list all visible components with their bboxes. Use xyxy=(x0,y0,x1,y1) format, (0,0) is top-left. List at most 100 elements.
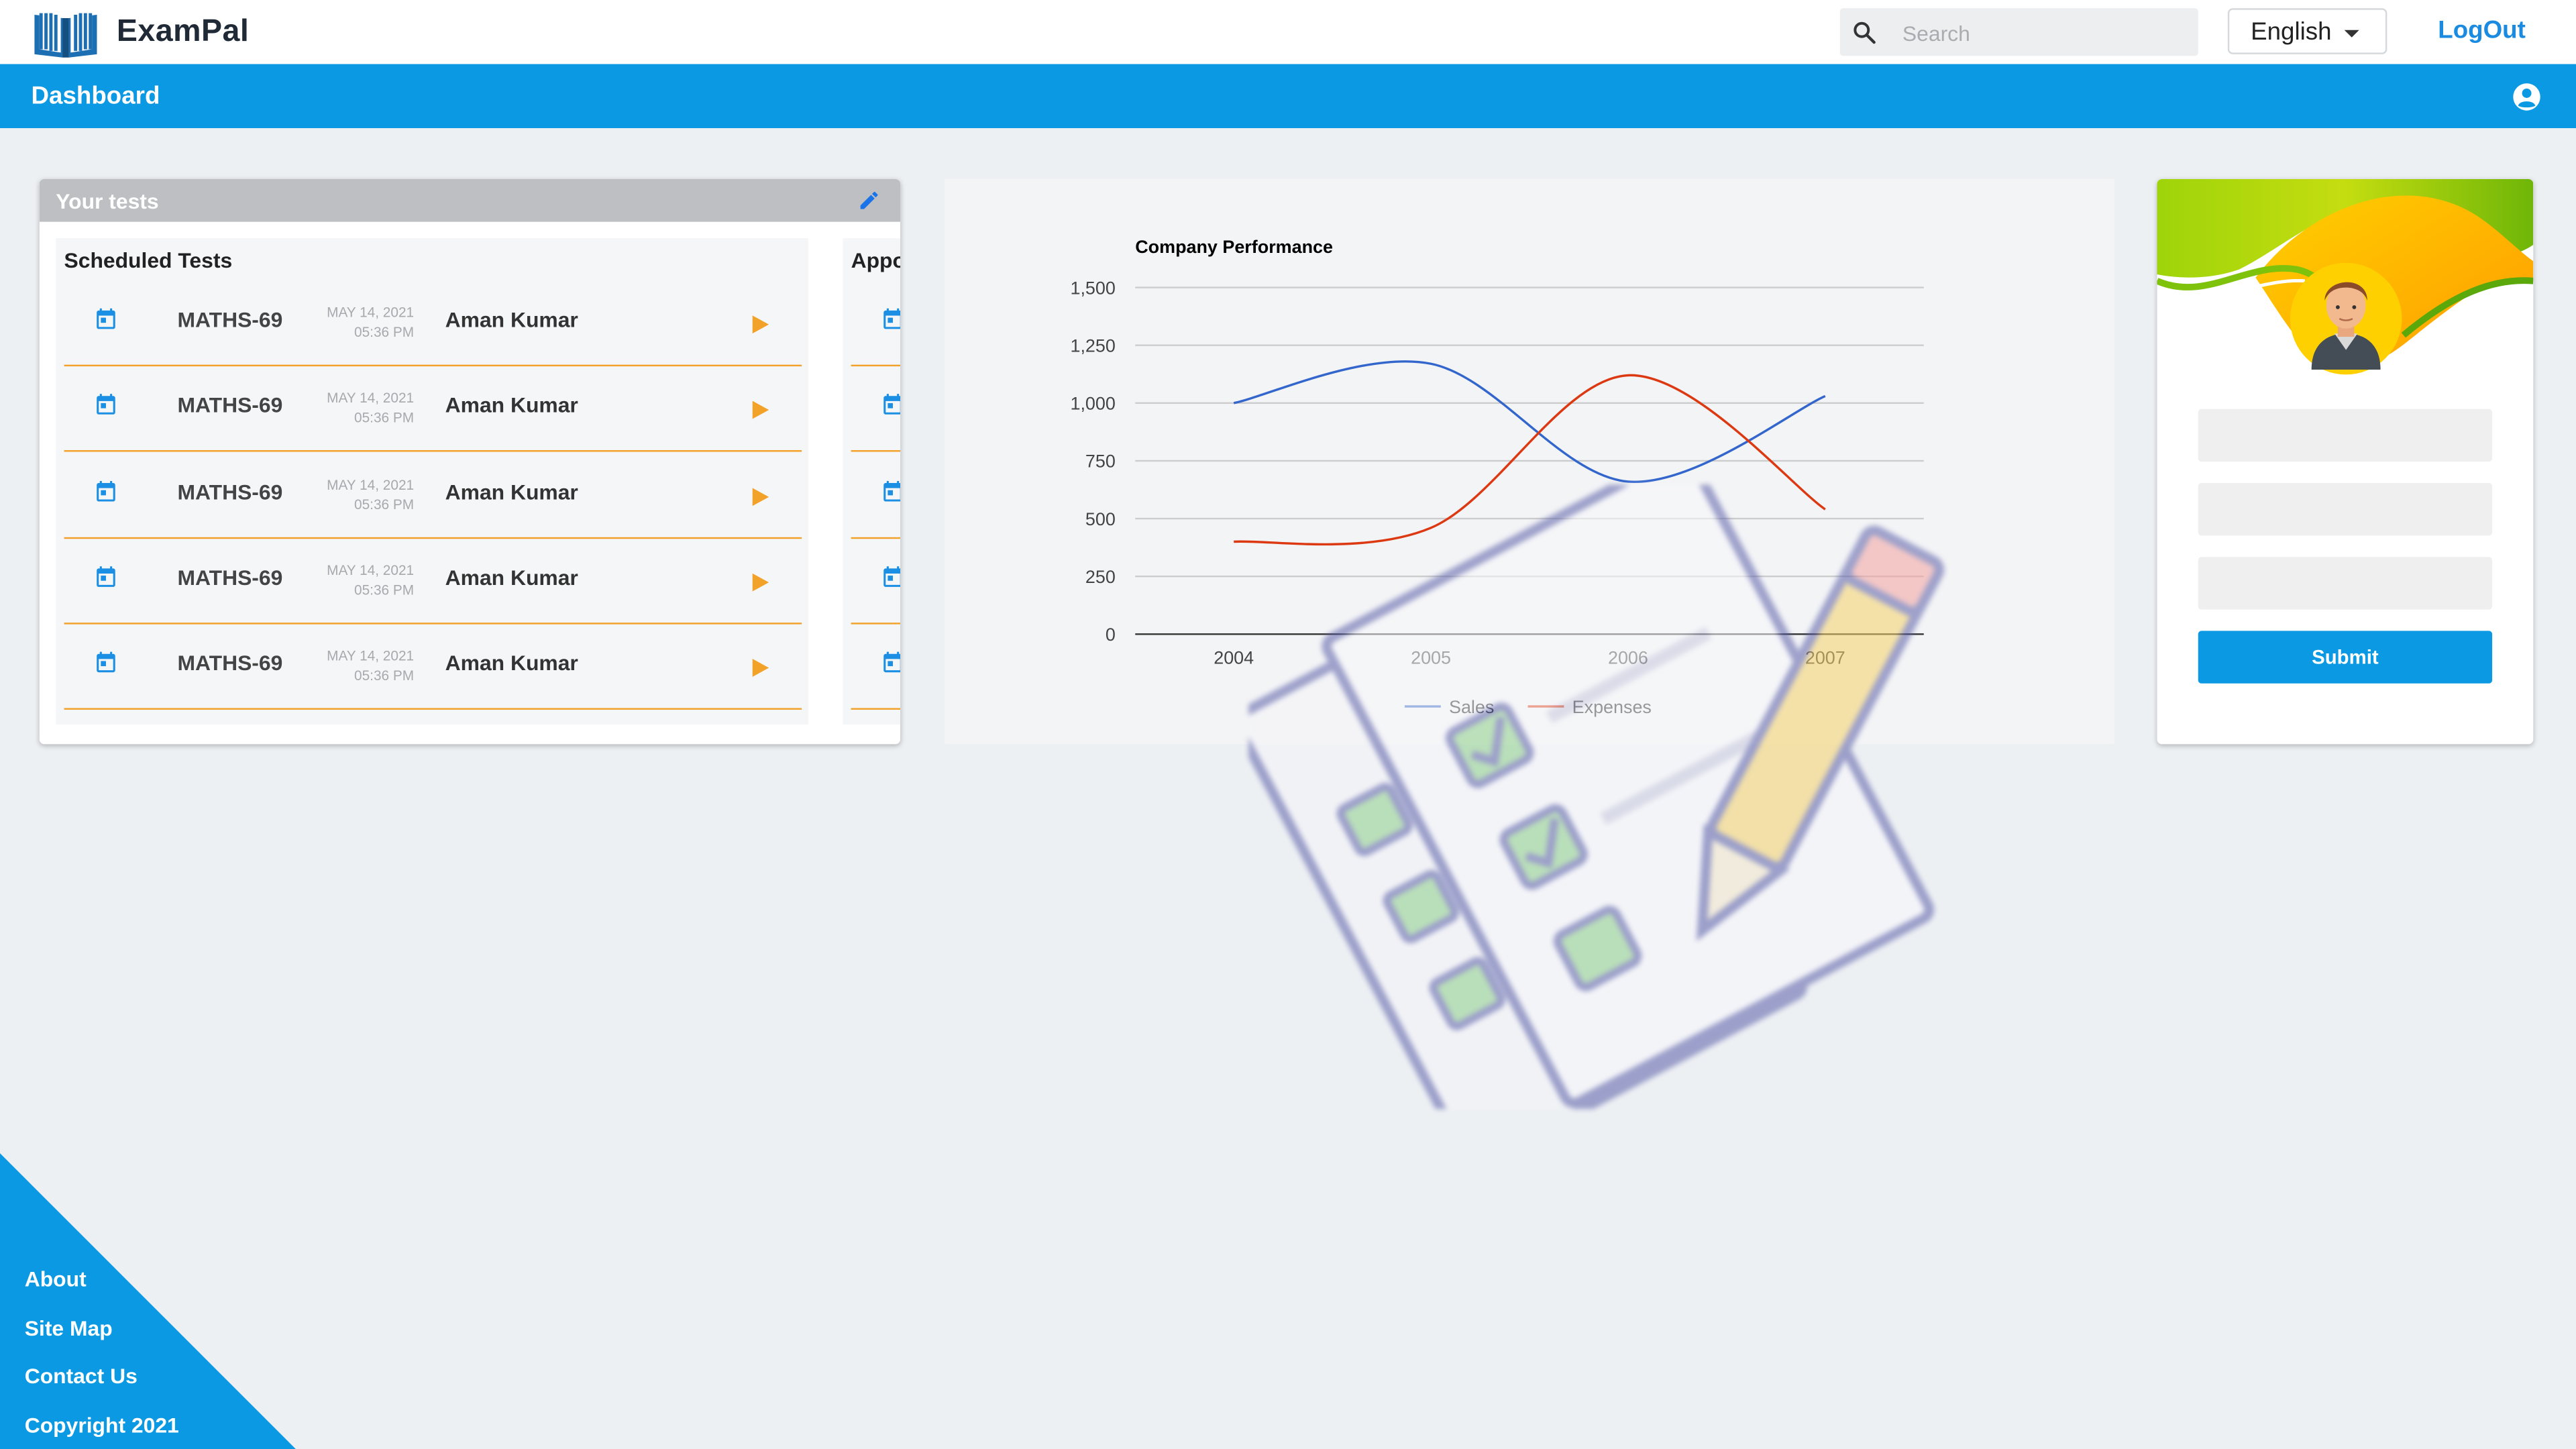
brand-name: ExamPal xyxy=(116,15,250,50)
series-line-sales xyxy=(1233,360,1826,483)
x-tick-label: 2007 xyxy=(1805,647,1845,667)
x-tick-label: 2005 xyxy=(1411,647,1451,667)
y-tick-label: 1,500 xyxy=(1070,278,1115,298)
footer-triangle xyxy=(0,1153,296,1449)
caret-down-icon xyxy=(2344,30,2359,38)
play-icon[interactable] xyxy=(752,398,769,427)
test-row[interactable] xyxy=(851,279,901,367)
page-title[interactable]: Dashboard xyxy=(32,82,160,110)
y-tick-label: 750 xyxy=(1085,451,1116,472)
x-tick-label: 2004 xyxy=(1214,647,1254,667)
play-icon[interactable] xyxy=(752,570,769,600)
calendar-icon xyxy=(881,392,901,426)
play-icon[interactable] xyxy=(752,656,769,686)
panel-title: Appo xyxy=(851,248,901,273)
legend-label: Sales xyxy=(1449,697,1494,717)
test-code: MATHS-69 xyxy=(177,565,283,590)
test-code: MATHS-69 xyxy=(177,651,283,676)
nav-bar: Dashboard xyxy=(0,64,2576,129)
top-bar: ExamPal English LogOut xyxy=(0,0,2576,64)
test-time: 05:36 PM xyxy=(354,667,415,684)
user-avatar xyxy=(2311,282,2381,370)
test-datetime: MAY 14, 2021 05:36 PM xyxy=(303,474,415,514)
pencil-edit-icon[interactable] xyxy=(857,189,880,212)
logout-link[interactable]: LogOut xyxy=(2438,16,2526,44)
profile-field-2[interactable] xyxy=(2198,483,2493,536)
calendar-icon xyxy=(881,649,901,684)
test-datetime: MAY 14, 2021 05:36 PM xyxy=(303,646,415,686)
test-date: MAY 14, 2021 xyxy=(327,390,415,407)
test-owner-name: Aman Kumar xyxy=(445,479,578,504)
y-tick-label: 1,000 xyxy=(1070,394,1115,414)
x-tick-label: 2006 xyxy=(1608,647,1648,667)
test-time: 05:36 PM xyxy=(354,323,415,340)
test-time: 05:36 PM xyxy=(354,581,415,598)
submit-button[interactable]: Submit xyxy=(2198,631,2493,684)
company-performance-chart: Company Performance 0 250 500 750 1,000 1,250 1… xyxy=(1070,237,1924,717)
footer-link-about[interactable]: About xyxy=(25,1267,87,1291)
test-code: MATHS-69 xyxy=(177,393,283,418)
test-datetime: MAY 14, 2021 05:36 PM xyxy=(303,388,415,428)
chart-card: Company Performance 0 250 500 750 1,000 1,250 1… xyxy=(945,178,2114,745)
test-date: MAY 14, 2021 xyxy=(327,304,415,321)
search-input[interactable] xyxy=(1899,15,2186,53)
test-time: 05:36 PM xyxy=(354,495,415,513)
test-owner-name: Aman Kumar xyxy=(445,393,578,418)
test-code: MATHS-69 xyxy=(177,479,283,504)
language-select[interactable]: English xyxy=(2227,8,2387,54)
card-title: Your tests xyxy=(56,189,159,214)
test-owner-name: Aman Kumar xyxy=(445,565,578,590)
search-box[interactable] xyxy=(1839,8,2198,56)
profile-card: Submit xyxy=(2157,178,2534,745)
y-tick-label: 500 xyxy=(1085,509,1116,529)
test-row[interactable]: MATHS-69 MAY 14, 2021 05:36 PM Aman Kumar xyxy=(64,365,802,453)
test-date: MAY 14, 2021 xyxy=(327,647,415,664)
play-icon[interactable] xyxy=(752,484,769,513)
test-date: MAY 14, 2021 xyxy=(327,476,415,492)
account-icon[interactable] xyxy=(2512,82,2541,111)
y-tick-label: 250 xyxy=(1085,567,1116,587)
footer-link-contact-us[interactable]: Contact Us xyxy=(25,1364,138,1389)
calendar-icon xyxy=(94,392,119,426)
test-code: MATHS-69 xyxy=(177,307,283,332)
calendar-icon xyxy=(881,564,901,598)
test-datetime: MAY 14, 2021 05:36 PM xyxy=(303,560,415,600)
calendar-icon xyxy=(94,478,119,512)
test-date: MAY 14, 2021 xyxy=(327,561,415,578)
test-row[interactable] xyxy=(851,451,901,539)
test-row[interactable]: MATHS-69 MAY 14, 2021 05:36 PM Aman Kumar xyxy=(64,451,802,539)
test-time: 05:36 PM xyxy=(354,409,415,427)
calendar-icon xyxy=(94,306,119,340)
chart-title: Company Performance xyxy=(1135,237,1333,257)
second-tests-panel: Appo xyxy=(843,238,901,724)
book-logo-icon xyxy=(34,11,97,58)
calendar-icon xyxy=(94,649,119,684)
test-datetime: MAY 14, 2021 05:36 PM xyxy=(303,303,415,342)
test-row[interactable]: MATHS-69 MAY 14, 2021 05:36 PM Aman Kumar xyxy=(64,623,802,710)
scheduled-tests-panel: Scheduled Tests MATHS-69 MAY 14, 2021 05:3… xyxy=(56,238,808,724)
search-icon xyxy=(1854,21,1876,44)
play-icon[interactable] xyxy=(752,312,769,341)
y-tick-label: 1,250 xyxy=(1070,335,1115,356)
y-tick-label: 0 xyxy=(1106,625,1116,645)
test-row[interactable] xyxy=(851,537,901,625)
footer-link-site-map[interactable]: Site Map xyxy=(25,1316,113,1341)
calendar-icon xyxy=(881,306,901,340)
card-header: Your tests xyxy=(39,178,901,222)
panel-title: Scheduled Tests xyxy=(64,248,233,273)
app-root: ExamPal English LogOut Dashboard Your t xyxy=(0,0,2576,1449)
test-row[interactable] xyxy=(851,623,901,710)
profile-field-3[interactable] xyxy=(2198,557,2493,610)
test-row[interactable]: MATHS-69 MAY 14, 2021 05:36 PM Aman Kumar xyxy=(64,537,802,625)
footer-link-copyright-2021[interactable]: Copyright 2021 xyxy=(25,1413,179,1438)
test-row[interactable] xyxy=(851,365,901,453)
profile-field-1[interactable] xyxy=(2198,409,2493,462)
test-owner-name: Aman Kumar xyxy=(445,307,578,332)
calendar-icon xyxy=(881,478,901,512)
test-owner-name: Aman Kumar xyxy=(445,651,578,676)
your-tests-card: Your tests Scheduled Tests MATHS-69 MAY 1… xyxy=(39,178,901,745)
language-selected: English xyxy=(2251,17,2332,46)
legend-label: Expenses xyxy=(1572,697,1652,717)
test-row[interactable]: MATHS-69 MAY 14, 2021 05:36 PM Aman Kumar xyxy=(64,279,802,367)
calendar-icon xyxy=(94,564,119,598)
